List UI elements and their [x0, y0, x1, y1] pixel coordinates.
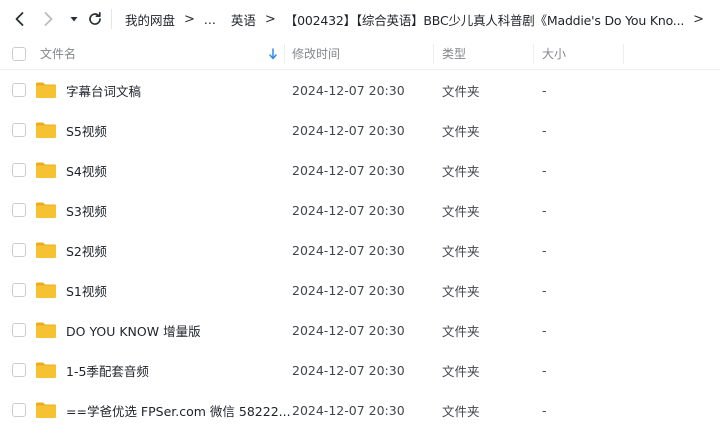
sort-icon[interactable]	[268, 38, 278, 69]
folder-icon	[36, 202, 56, 218]
file-name[interactable]: S1视频	[66, 270, 107, 310]
file-modified-time: 2024-12-07 20:30	[292, 202, 405, 218]
file-modified-time: 2024-12-07 20:30	[292, 362, 405, 378]
column-divider[interactable]	[623, 44, 624, 64]
column-header-name[interactable]: 文件名	[40, 38, 76, 69]
file-size: -	[542, 82, 547, 98]
file-name[interactable]: S5视频	[66, 110, 107, 150]
file-row[interactable]: 字幕台词文稿 2024-12-07 20:30 文件夹 -	[0, 70, 720, 110]
select-all-checkbox[interactable]	[12, 47, 26, 61]
file-size: -	[542, 162, 547, 178]
file-type: 文件夹	[442, 323, 480, 339]
column-divider[interactable]	[533, 44, 534, 64]
file-modified-time: 2024-12-07 20:30	[292, 82, 405, 98]
file-row[interactable]: S2视频 2024-12-07 20:30 文件夹 -	[0, 230, 720, 270]
file-modified-time: 2024-12-07 20:30	[292, 242, 405, 258]
caret-down-icon	[70, 17, 78, 22]
column-header-modified[interactable]: 修改时间	[292, 38, 340, 69]
file-modified-time: 2024-12-07 20:30	[292, 122, 405, 138]
file-type: 文件夹	[442, 363, 480, 379]
refresh-button[interactable]	[85, 9, 105, 29]
file-size: -	[542, 242, 547, 258]
file-modified-time: 2024-12-07 20:30	[292, 322, 405, 338]
row-checkbox[interactable]	[12, 403, 26, 417]
chevron-left-icon	[15, 12, 24, 26]
file-row[interactable]: S1视频 2024-12-07 20:30 文件夹 -	[0, 270, 720, 310]
folder-icon	[36, 242, 56, 258]
toolbar-divider	[111, 9, 112, 29]
file-type: 文件夹	[442, 283, 480, 299]
file-name[interactable]: 1-5季配套音频	[66, 350, 149, 390]
column-divider[interactable]	[284, 44, 285, 64]
file-modified-time: 2024-12-07 20:30	[292, 402, 405, 418]
file-size: -	[542, 322, 547, 338]
file-type: 文件夹	[442, 123, 480, 139]
breadcrumb-item-ellipsis[interactable]: ...	[204, 12, 216, 27]
row-checkbox[interactable]	[12, 203, 26, 217]
file-type: 文件夹	[442, 403, 480, 419]
file-modified-time: 2024-12-07 20:30	[292, 162, 405, 178]
row-checkbox[interactable]	[12, 163, 26, 177]
row-checkbox[interactable]	[12, 363, 26, 377]
file-name[interactable]: 字幕台词文稿	[66, 70, 141, 110]
folder-icon	[36, 402, 56, 418]
file-size: -	[542, 362, 547, 378]
row-checkbox[interactable]	[12, 283, 26, 297]
file-row[interactable]: DO YOU KNOW 增量版 2024-12-07 20:30 文件夹 -	[0, 310, 720, 350]
row-checkbox[interactable]	[12, 243, 26, 257]
file-type: 文件夹	[442, 203, 480, 219]
breadcrumb-separator-icon: >	[264, 11, 276, 27]
file-size: -	[542, 282, 547, 298]
sort-down-arrow-icon	[269, 47, 277, 59]
history-dropdown-button[interactable]	[64, 9, 84, 29]
row-checkbox[interactable]	[12, 83, 26, 97]
folder-icon	[36, 362, 56, 378]
folder-icon	[36, 82, 56, 98]
forward-button[interactable]	[38, 9, 58, 29]
breadcrumb-item-current[interactable]: 【002432】【综合英语】BBC少儿真人科普剧《Maddie's Do You…	[285, 10, 685, 29]
chevron-right-icon	[44, 12, 53, 26]
file-type: 文件夹	[442, 163, 480, 179]
folder-icon	[36, 162, 56, 178]
breadcrumb-item-root[interactable]: 我的网盘	[125, 10, 175, 29]
file-type: 文件夹	[442, 83, 480, 99]
back-button[interactable]	[10, 9, 30, 29]
file-list-header: 文件名 修改时间 类型 大小	[0, 38, 720, 70]
file-row[interactable]: S3视频 2024-12-07 20:30 文件夹 -	[0, 190, 720, 230]
file-name[interactable]: S3视频	[66, 190, 107, 230]
row-checkbox[interactable]	[12, 123, 26, 137]
file-name[interactable]: ==学爸优选 FPSer.com 微信 58222...	[66, 390, 291, 430]
file-row[interactable]: S4视频 2024-12-07 20:30 文件夹 -	[0, 150, 720, 190]
file-row[interactable]: 1-5季配套音频 2024-12-07 20:30 文件夹 -	[0, 350, 720, 390]
breadcrumb-item-english[interactable]: 英语	[231, 10, 256, 29]
file-row[interactable]: S5视频 2024-12-07 20:30 文件夹 -	[0, 110, 720, 150]
column-header-size[interactable]: 大小	[542, 38, 566, 69]
file-name[interactable]: S4视频	[66, 150, 107, 190]
breadcrumb-separator-icon: >	[184, 11, 195, 27]
breadcrumb: 我的网盘 > ... 英语 > 【002432】【综合英语】BBC少儿真人科普剧…	[125, 10, 713, 28]
refresh-icon	[89, 11, 101, 25]
folder-icon	[36, 282, 56, 298]
breadcrumb-separator-icon: >	[693, 11, 705, 27]
folder-icon	[36, 322, 56, 338]
file-row[interactable]: ==学爸优选 FPSer.com 微信 58222... 2024-12-07 2…	[0, 390, 720, 430]
file-size: -	[542, 122, 547, 138]
file-name[interactable]: DO YOU KNOW 增量版	[66, 310, 201, 350]
row-checkbox[interactable]	[12, 323, 26, 337]
column-header-type[interactable]: 类型	[442, 38, 466, 69]
file-type: 文件夹	[442, 243, 480, 259]
file-size: -	[542, 402, 547, 418]
file-name[interactable]: S2视频	[66, 230, 107, 270]
folder-icon	[36, 122, 56, 138]
column-divider[interactable]	[433, 44, 434, 64]
file-size: -	[542, 202, 547, 218]
toolbar: 我的网盘 > ... 英语 > 【002432】【综合英语】BBC少儿真人科普剧…	[0, 0, 720, 38]
file-modified-time: 2024-12-07 20:30	[292, 282, 405, 298]
